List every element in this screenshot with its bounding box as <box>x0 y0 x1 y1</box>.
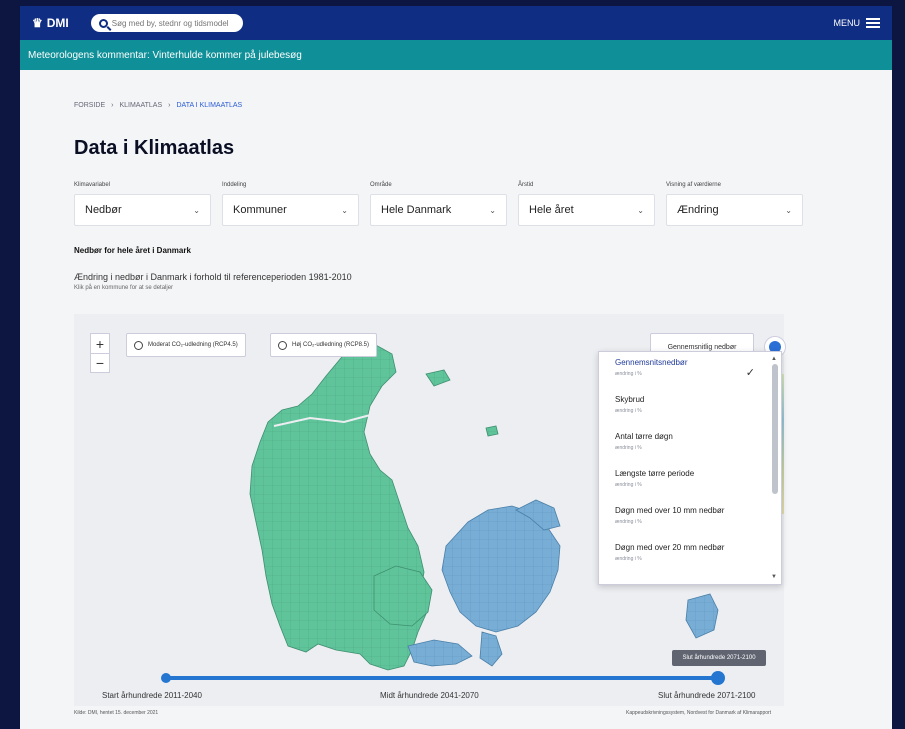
season-select[interactable]: Hele året ⌄ <box>518 194 655 226</box>
dropdown-item[interactable]: Døgn med over 10 mm nedbør ændring i % <box>599 500 781 537</box>
filter-label: Inddeling <box>222 182 247 188</box>
search-input[interactable] <box>111 18 232 28</box>
chevron-down-icon[interactable]: ▼ <box>771 574 777 580</box>
select-value: Ændring <box>677 204 719 216</box>
division-select[interactable]: Kommuner ⌄ <box>222 194 359 226</box>
radio-icon <box>134 340 143 350</box>
menu-label: MENU <box>833 18 861 28</box>
search-box[interactable] <box>90 14 243 32</box>
breadcrumb-separator: › <box>168 102 171 109</box>
meteorologist-comment-banner[interactable]: Meteorologens kommentar: Vinterhulde kom… <box>20 40 892 70</box>
scenario-moderate-label: Moderat CO₂-udledning (RCP4.5) <box>148 342 238 348</box>
dropdown-item-title: Gennemsnitsnedbør <box>615 358 688 367</box>
dropdown-item[interactable]: Gennemsnitsnedbør ændring i % ✓ <box>599 352 781 389</box>
crown-icon: ♛ <box>32 16 43 30</box>
period-slider-handle[interactable] <box>711 671 725 685</box>
main-content: FORSIDE › KLIMAATLAS › DATA I KLIMAATLAS… <box>20 102 892 291</box>
measure-dropdown-menu: Gennemsnitsnedbør ændring i % ✓ Skybrud … <box>598 351 782 585</box>
dropdown-item-sub: ændring i % <box>615 556 642 562</box>
filter-display: Visning af værdierne Ændring ⌄ <box>666 182 803 226</box>
slider-label-end[interactable]: Slut århundrede 2071-2100 <box>658 691 755 700</box>
chevron-down-icon: ⌄ <box>637 205 644 215</box>
filter-row: Klimavariabel Nedbør ⌄ Inddeling Kommune… <box>74 182 838 226</box>
select-value: Hele året <box>529 204 574 216</box>
footer-credit[interactable]: Kappeudskrivningssystem, Nordvest for Da… <box>626 710 771 716</box>
filter-label: Klimavariabel <box>74 182 111 188</box>
map-description: Ændring i nedbør i Danmark i forhold til… <box>74 272 352 282</box>
dmi-logo[interactable]: ♛ DMI <box>32 16 69 30</box>
dropdown-item[interactable]: Døgn med over 20 mm nedbør ændring i % <box>599 537 781 574</box>
dropdown-item-title: Døgn med over 20 mm nedbør <box>615 543 725 552</box>
slider-tooltip: Slut århundrede 2071-2100 <box>672 650 766 666</box>
breadcrumb-current: DATA I KLIMAATLAS <box>176 102 243 109</box>
check-icon: ✓ <box>745 367 755 379</box>
climate-variable-select[interactable]: Nedbør ⌄ <box>74 194 211 226</box>
filter-label: Område <box>370 182 392 188</box>
slider-label-start[interactable]: Start århundrede 2011-2040 <box>102 691 202 700</box>
breadcrumb-separator: › <box>111 102 114 109</box>
slider-label-mid[interactable]: Midt århundrede 2041-2070 <box>380 691 479 700</box>
period-slider-track[interactable] <box>161 671 725 685</box>
select-value: Nedbør <box>85 204 122 216</box>
chevron-down-icon: ⌄ <box>193 205 200 215</box>
filter-season: Årstid Hele året ⌄ <box>518 182 655 226</box>
browser-viewport: ♛ DMI MENU Meteorologens kommentar: Vint… <box>20 6 892 729</box>
zoom-out-button[interactable]: − <box>91 353 109 372</box>
dropdown-item-title: Længste tørre periode <box>615 469 695 478</box>
dropdown-item-title: Skybrud <box>615 395 645 404</box>
map-subdescription: Klik på en kommune for at se detaljer <box>74 285 174 291</box>
dropdown-item[interactable]: Skybrud ændring i % <box>599 389 781 426</box>
dropdown-item-sub: ændring i % <box>615 445 642 451</box>
footer-source: Kilde: DMI, hentet 15. december 2021 <box>74 710 159 716</box>
logo-text: DMI <box>46 16 69 30</box>
select-value: Hele Danmark <box>381 204 452 216</box>
search-icon <box>98 18 108 28</box>
hamburger-icon <box>866 18 880 28</box>
dropdown-item-sub: ændring i % <box>615 371 642 377</box>
scrollbar-thumb[interactable] <box>772 364 778 494</box>
slider-start-dot <box>161 673 171 683</box>
radio-icon <box>278 340 287 350</box>
region-anholt[interactable] <box>485 425 499 437</box>
scenario-high-label: Høj CO₂-udledning (RCP8.5) <box>292 342 370 348</box>
region-laeso[interactable] <box>425 369 451 387</box>
filter-division: Inddeling Kommuner ⌄ <box>222 182 359 226</box>
region-bornholm[interactable] <box>685 593 719 639</box>
dropdown-item-sub: ændring i % <box>615 408 642 414</box>
area-select[interactable]: Hele Danmark ⌄ <box>370 194 507 226</box>
scenario-high-button[interactable]: Høj CO₂-udledning (RCP8.5) <box>270 333 378 357</box>
section-heading: Nedbør for hele året i Danmark <box>74 246 191 255</box>
dropdown-item[interactable]: Længste tørre periode ændring i % <box>599 463 781 500</box>
menu-button[interactable]: MENU <box>833 18 880 28</box>
chevron-down-icon: ⌄ <box>785 205 792 215</box>
filter-label: Visning af værdierne <box>666 182 721 188</box>
dropdown-item-sub: ændring i % <box>615 519 642 525</box>
breadcrumb-klimaatlas[interactable]: KLIMAATLAS <box>119 102 162 109</box>
chevron-down-icon: ⌄ <box>341 205 348 215</box>
scenario-moderate-button[interactable]: Moderat CO₂-udledning (RCP4.5) <box>126 333 246 357</box>
dropdown-item-sub: ændring i % <box>615 482 642 488</box>
region-falster[interactable] <box>479 631 503 667</box>
map-panel[interactable]: + − Moderat CO₂-udledning (RCP4.5) Høj C… <box>74 314 786 706</box>
page-title: Data i Klimaatlas <box>74 137 235 159</box>
filter-label: Årstid <box>518 182 534 188</box>
filter-area: Område Hele Danmark ⌄ <box>370 182 507 226</box>
dropdown-item-title: Døgn med over 10 mm nedbør <box>615 506 725 515</box>
breadcrumb-home[interactable]: FORSIDE <box>74 102 105 109</box>
banner-text[interactable]: Meteorologens kommentar: Vinterhulde kom… <box>28 50 302 61</box>
chevron-up-icon[interactable]: ▲ <box>771 356 777 362</box>
dropdown-item-title: Antal tørre døgn <box>615 432 673 441</box>
region-lolland[interactable] <box>407 639 473 667</box>
dropdown-scrollbar[interactable]: ▲ ▼ <box>771 356 779 580</box>
zoom-in-button[interactable]: + <box>91 334 109 353</box>
breadcrumb: FORSIDE › KLIMAATLAS › DATA I KLIMAATLAS <box>74 102 838 109</box>
chevron-down-icon: ⌄ <box>489 205 496 215</box>
zoom-controls: + − <box>90 333 110 373</box>
filter-climate-variable: Klimavariabel Nedbør ⌄ <box>74 182 211 226</box>
display-select[interactable]: Ændring ⌄ <box>666 194 803 226</box>
dropdown-item[interactable]: Antal tørre døgn ændring i % <box>599 426 781 463</box>
select-value: Kommuner <box>233 204 287 216</box>
top-navigation-bar: ♛ DMI MENU <box>20 6 892 40</box>
